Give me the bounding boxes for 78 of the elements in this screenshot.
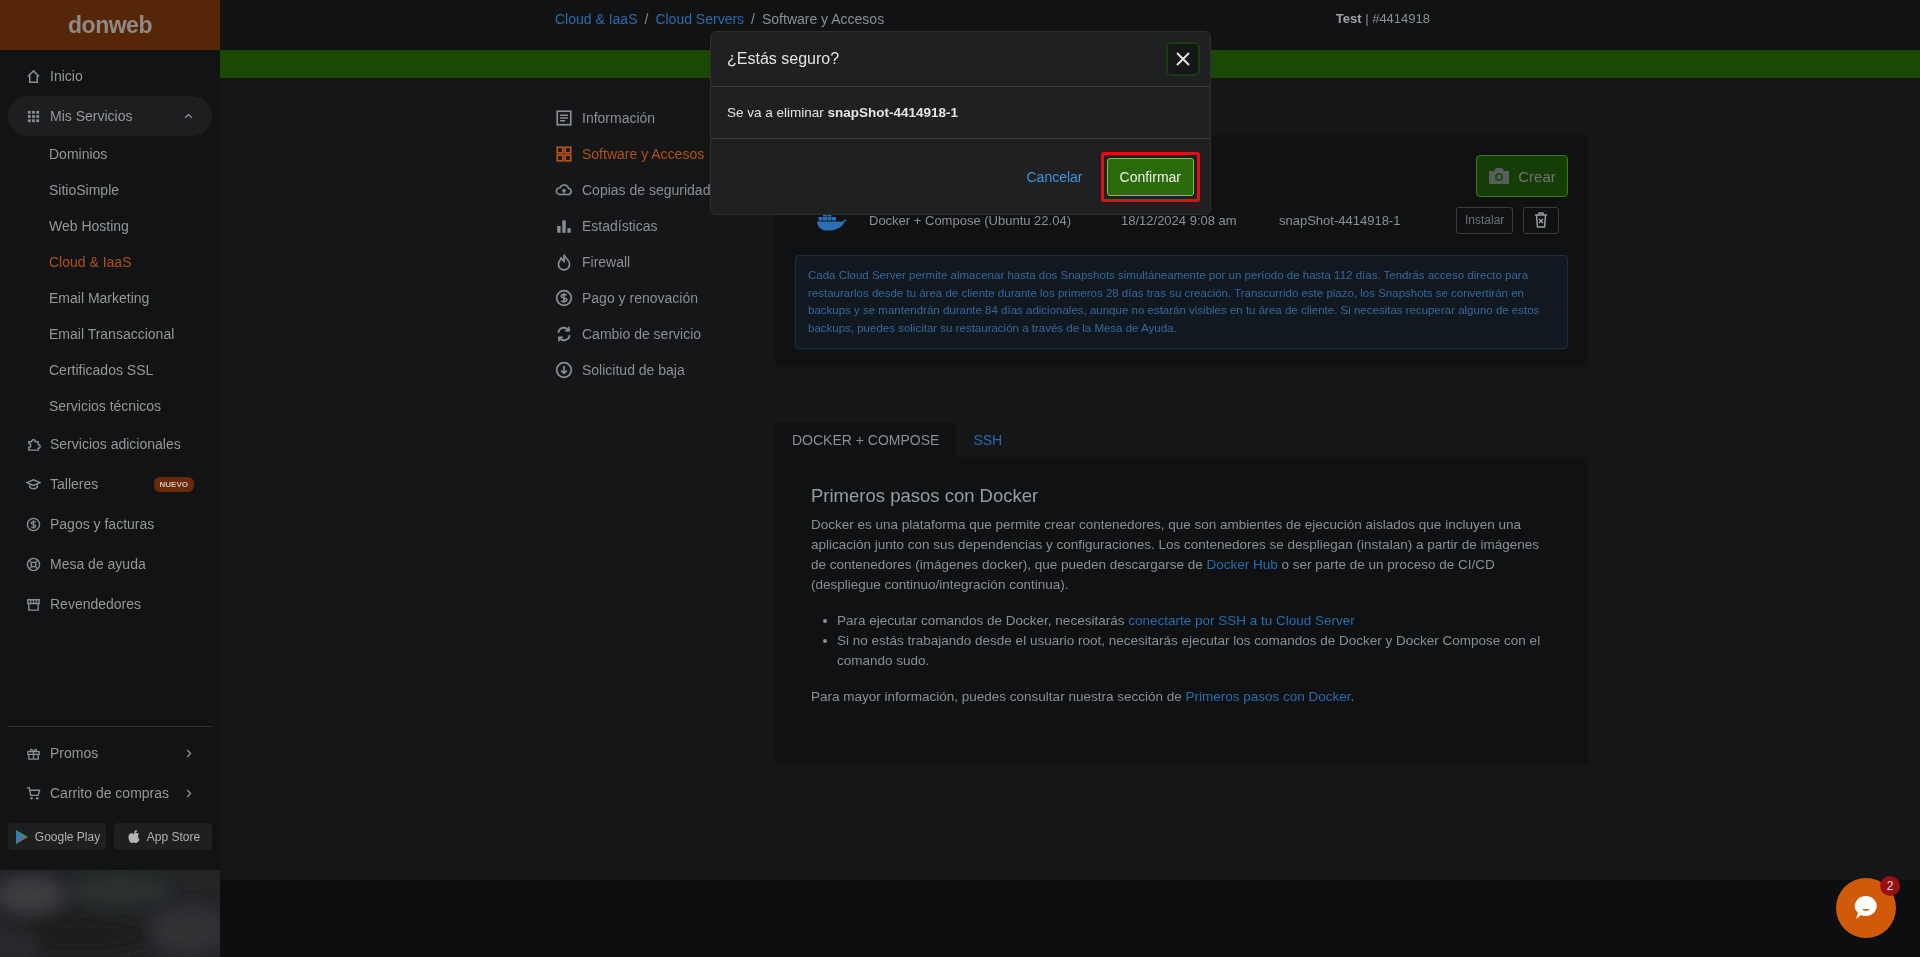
close-button[interactable] — [1166, 42, 1200, 76]
nav-subitem[interactable]: Servicios técnicos — [8, 388, 212, 424]
table-cell-text: 18/12/2024 9:08 am — [1121, 212, 1238, 228]
menu-item[interactable]: Estadísticas — [555, 208, 775, 244]
list-item: Si no estás trabajando desde el usuario root, necesitarás ejecutar los comandos de Docker y Docker Compose con el comando sudo. — [837, 632, 1542, 670]
paragraph: Para mayor información, puedes consultar nuestra sección de Primeros pasos con Docker. — [811, 688, 1356, 706]
menu-item[interactable]: Software y Accesos — [555, 136, 775, 172]
breadcrumb-separator: / — [644, 11, 649, 27]
document-icon — [555, 109, 573, 127]
text-link[interactable]: Primeros pasos con Docker — [1185, 689, 1351, 704]
trash-icon — [1534, 212, 1549, 228]
breadcrumb-separator: / — [751, 11, 755, 27]
text-link[interactable]: Docker Hub — [1206, 557, 1278, 572]
delete-button[interactable] — [1523, 206, 1560, 234]
bullet-icon — [823, 619, 827, 623]
menu-item[interactable]: Solicitud de baja — [555, 352, 775, 388]
lifebuoy-icon — [26, 556, 41, 572]
puzzle-icon — [26, 436, 41, 452]
camera-icon — [1488, 167, 1511, 185]
table-cell-text: snapShot-4414918-1 — [1279, 212, 1402, 228]
breadcrumb-current: Software y Accesos — [762, 11, 885, 27]
panel-heading: Primeros pasos con Docker — [811, 485, 1040, 507]
close-icon — [1175, 51, 1191, 67]
table-cell-text: Docker + Compose (Ubuntu 22.04) — [869, 212, 1072, 228]
nav-subitem[interactable]: Dominios — [8, 136, 212, 172]
breadcrumb-link[interactable]: Cloud & IaaS — [555, 11, 638, 27]
nav-subitem[interactable]: Certificados SSL — [8, 352, 212, 388]
grid-icon — [26, 108, 41, 124]
text-link[interactable]: conectarte por SSH a tu Cloud Server — [1128, 613, 1355, 628]
nav-subitem[interactable]: Cloud & IaaS — [8, 244, 212, 280]
nav-item[interactable]: Mesa de ayuda — [8, 544, 212, 584]
list-item: Para ejecutar comandos de Docker, necesitarás conectarte por SSH a tu Cloud Server — [837, 612, 1355, 630]
nav-subitem[interactable]: SitioSimple — [8, 172, 212, 208]
notification-badge: 2 — [1880, 876, 1900, 896]
confirm-button[interactable]: Confirmar — [1106, 157, 1194, 196]
flame-icon — [555, 253, 573, 271]
nav-item[interactable]: Pagos y facturas — [8, 504, 212, 544]
store-button[interactable]: App Store — [114, 823, 212, 850]
nav-item[interactable]: Promos — [8, 733, 212, 773]
bullet-icon — [823, 639, 827, 643]
play-triangle-icon — [13, 828, 30, 845]
nav-subitem[interactable]: Email Transaccional — [8, 316, 212, 352]
info-note: Cada Cloud Server permite almacenar hasta dos Snapshots simultáneamente por un período de hasta 112 días. Tendrás acceso directo para restaurarlos desde tu área de cliente durante los primeros 28 días tras su creación. Transcurrido este plazo, los Snapshots se convertirán en backups y se mantendrán durante 84 días adicionales, aunque no estarán visibles en tu área de cliente. Si necesitas recuperar alguno de estos backups, puedes solicitar su restauración a través de la Mesa de Ayuda. — [795, 255, 1568, 349]
download-icon — [555, 361, 573, 379]
bar-chart-icon — [555, 217, 573, 235]
dollar-icon — [26, 516, 41, 532]
logo[interactable]: donweb — [68, 11, 152, 39]
menu-item[interactable]: Copias de seguridad — [555, 172, 775, 208]
dollar-icon — [555, 289, 573, 307]
install-button[interactable]: Instalar — [1456, 206, 1514, 234]
dialog-message: Se va a eliminar snapShot-4414918-1 — [711, 87, 1210, 139]
cart-icon — [26, 785, 41, 801]
account-label: Test | #4414918 — [1335, 11, 1430, 26]
paragraph: Docker es una plataforma que permite crear contenedores, que son ambientes de ejecución aislados que incluyen una aplicación junto con sus dependencias y configuraciones. Los contenedores se despliegan (instalan) a partir de imágenes de contenedores (imágenes docker), que pueden descargarse de Docker Hub o ser parte de un proceso de CI/CD (despliegue continuo/integración continua). — [811, 516, 1540, 594]
nav-item[interactable]: Revendedores — [8, 584, 212, 624]
tab[interactable]: DOCKER + COMPOSE — [775, 422, 957, 457]
nav-subitem[interactable]: Email Marketing — [8, 280, 212, 316]
graduation-cap-icon — [26, 476, 41, 492]
nav-item[interactable]: Talleres NUEVO — [8, 464, 212, 504]
menu-item[interactable]: Firewall — [555, 244, 775, 280]
chat-bubble-icon — [1852, 894, 1880, 922]
nav-item[interactable]: Carrito de compras — [8, 773, 212, 813]
store-button[interactable]: Google Play — [8, 823, 106, 850]
nav-item[interactable]: Mis Servicios — [8, 96, 212, 136]
dialog-title: ¿Estás seguro? — [727, 50, 840, 68]
menu-item[interactable]: Pago y renovación — [555, 280, 775, 316]
refresh-icon — [555, 325, 573, 343]
store-icon — [26, 596, 41, 612]
home-icon — [26, 68, 41, 84]
menu-item[interactable]: Cambio de servicio — [555, 316, 775, 352]
nav-item[interactable]: Inicio — [8, 56, 212, 96]
cancel-link[interactable]: Cancelar — [1026, 168, 1083, 185]
new-badge: NUEVO — [153, 476, 194, 492]
tab[interactable]: SSH — [956, 422, 1020, 457]
breadcrumb-link[interactable]: Cloud Servers — [655, 11, 745, 27]
nav-subitem[interactable]: Web Hosting — [8, 208, 212, 244]
nav-item[interactable]: Servicios adicionales — [8, 424, 212, 464]
grid-icon — [555, 145, 573, 163]
